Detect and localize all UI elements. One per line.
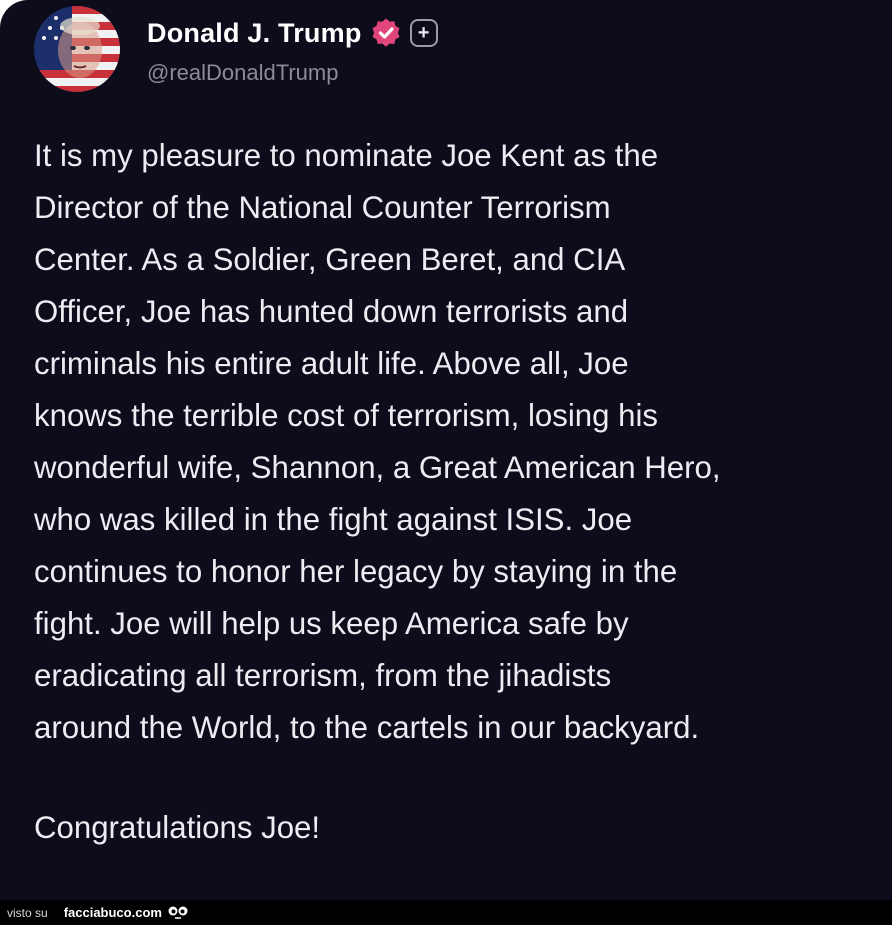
avatar[interactable] <box>34 6 120 92</box>
display-name[interactable]: Donald J. Trump <box>147 18 362 49</box>
post-line: fight. Joe will help us keep America saf… <box>34 606 629 641</box>
follow-plus-button[interactable]: + <box>409 19 438 47</box>
post-line: It is my pleasure to nominate Joe Kent a… <box>34 138 659 173</box>
post-line: knows the terrible cost of terrorism, lo… <box>34 398 658 433</box>
post-closing: Congratulations Joe! <box>34 810 321 845</box>
post-line: Officer, Joe has hunted down terrorists … <box>34 294 629 329</box>
post-line: who was killed in the fight against ISIS… <box>34 502 633 537</box>
post-line: criminals his entire adult life. Above a… <box>34 346 629 381</box>
post-line: wonderful wife, Shannon, a Great America… <box>34 450 721 485</box>
post-line: around the World, to the cartels in our … <box>34 710 700 745</box>
facciabuco-face-icon <box>168 906 188 919</box>
watermark-footer: visto su facciabuco.com <box>0 900 892 925</box>
verified-badge-icon <box>372 18 400 47</box>
post-line: Director of the National Counter Terrori… <box>34 190 611 225</box>
post-card: Donald J. Trump + @realDonaldTrump It is… <box>0 0 892 900</box>
flag-portrait-avatar-icon <box>34 6 120 92</box>
name-row: Donald J. Trump + <box>147 16 438 50</box>
post-line: eradicating all terrorism, from the jiha… <box>34 658 612 693</box>
post-line: continues to honor her legacy by staying… <box>34 554 678 589</box>
footer-site-link[interactable]: facciabuco.com <box>64 905 162 920</box>
user-handle[interactable]: @realDonaldTrump <box>147 60 338 86</box>
post-line: Center. As a Soldier, Green Beret, and C… <box>34 242 626 277</box>
post-body: It is my pleasure to nominate Joe Kent a… <box>34 130 884 754</box>
footer-prefix: visto su <box>7 905 48 920</box>
plus-label: + <box>417 22 430 44</box>
